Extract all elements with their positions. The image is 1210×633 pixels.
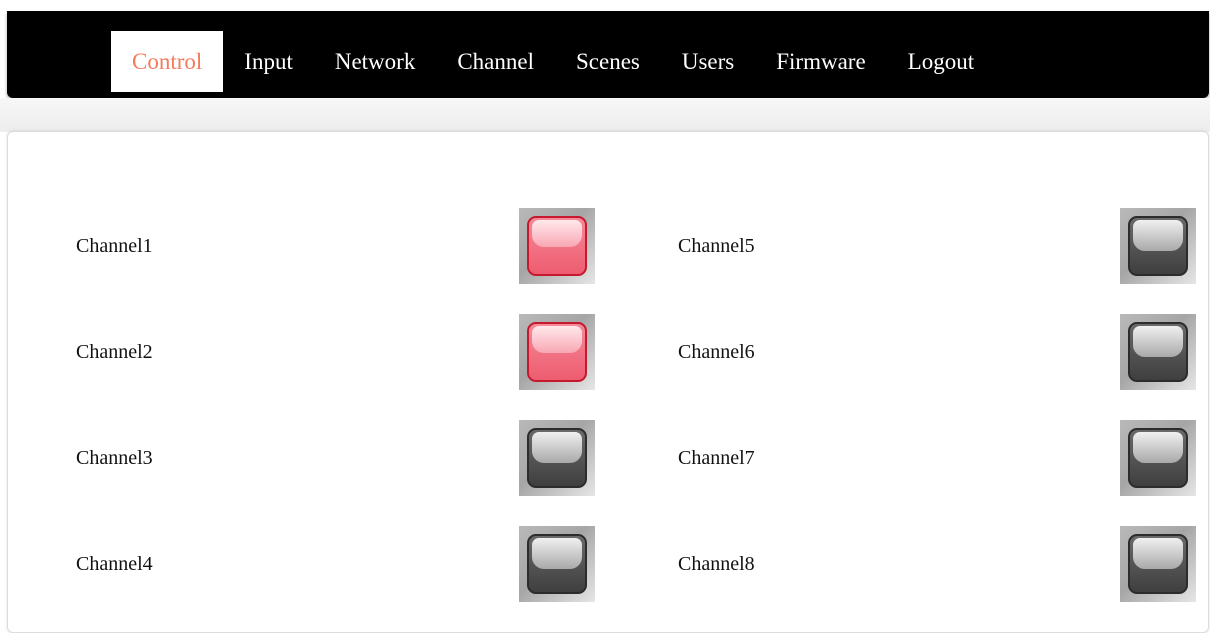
toggle-face <box>1128 216 1188 276</box>
channel-label-5: Channel5 <box>678 235 755 257</box>
nav-item-logout[interactable]: Logout <box>887 31 995 92</box>
nav-item-control[interactable]: Control <box>111 31 224 92</box>
channel-toggle-4[interactable] <box>519 526 595 602</box>
channel-row-3: Channel3 <box>8 420 608 496</box>
toggle-face <box>527 428 587 488</box>
toggle-face <box>1128 322 1188 382</box>
channel-label-7: Channel7 <box>678 447 755 469</box>
channel-toggle-2[interactable] <box>519 314 595 390</box>
channel-label-2: Channel2 <box>76 341 153 363</box>
nav-item-users[interactable]: Users <box>661 31 755 92</box>
toggle-face <box>527 534 587 594</box>
nav-item-input[interactable]: Input <box>223 31 314 92</box>
nav-menu: Control Input Network Channel Scenes Use… <box>111 31 995 92</box>
channel-toggle-7[interactable] <box>1120 420 1196 496</box>
channel-toggle-3[interactable] <box>519 420 595 496</box>
channel-row-7: Channel7 <box>608 420 1208 496</box>
nav-item-channel[interactable]: Channel <box>436 31 555 92</box>
channel-label-8: Channel8 <box>678 553 755 575</box>
toggle-face <box>527 216 587 276</box>
channel-label-6: Channel6 <box>678 341 755 363</box>
channel-label-1: Channel1 <box>76 235 153 257</box>
channel-toggle-8[interactable] <box>1120 526 1196 602</box>
channel-row-4: Channel4 <box>8 526 608 602</box>
channel-toggle-6[interactable] <box>1120 314 1196 390</box>
nav-item-scenes[interactable]: Scenes <box>555 31 661 92</box>
toggle-face <box>1128 534 1188 594</box>
channel-row-5: Channel5 <box>608 208 1208 284</box>
separator-band <box>0 98 1210 132</box>
nav-item-network[interactable]: Network <box>314 31 436 92</box>
channel-row-1: Channel1 <box>8 208 608 284</box>
top-navbar: Control Input Network Channel Scenes Use… <box>7 11 1209 98</box>
channel-row-2: Channel2 <box>8 314 608 390</box>
channel-toggle-1[interactable] <box>519 208 595 284</box>
channel-toggle-5[interactable] <box>1120 208 1196 284</box>
toggle-face <box>1128 428 1188 488</box>
control-panel: Channel1 Channel2 Channel3 Channel4 Chan… <box>7 131 1209 633</box>
channel-row-8: Channel8 <box>608 526 1208 602</box>
channel-label-3: Channel3 <box>76 447 153 469</box>
channel-label-4: Channel4 <box>76 553 153 575</box>
channel-row-6: Channel6 <box>608 314 1208 390</box>
toggle-face <box>527 322 587 382</box>
nav-item-firmware[interactable]: Firmware <box>755 31 886 92</box>
